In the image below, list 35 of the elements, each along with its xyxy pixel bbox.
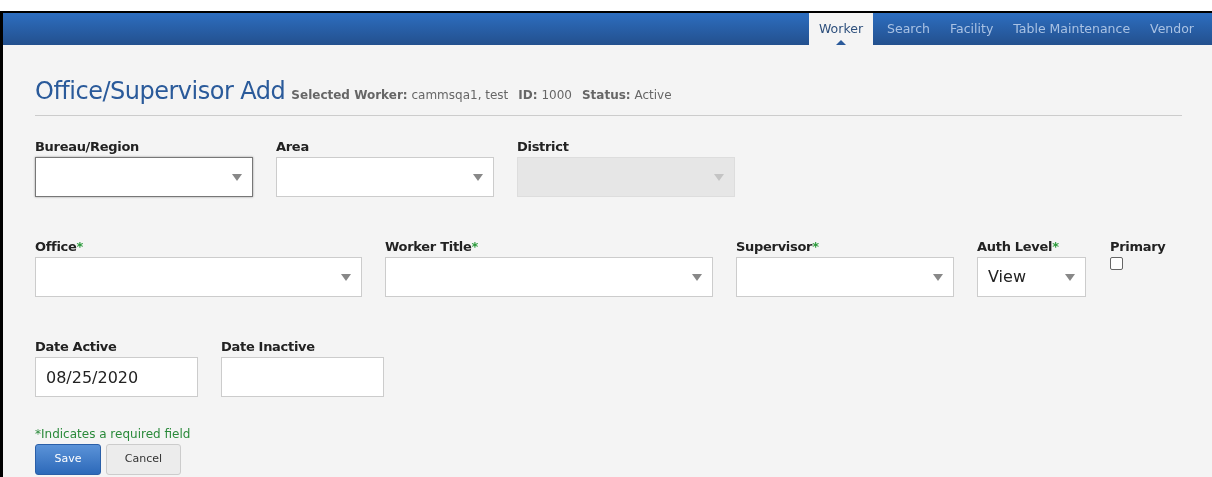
page-title: Office/Supervisor Add <box>35 76 286 107</box>
caret-icon <box>232 173 242 181</box>
nav-tab[interactable]: Facility <box>940 13 1004 45</box>
caret-icon <box>341 273 351 281</box>
field-label: District <box>517 138 570 156</box>
checkbox[interactable] <box>1110 257 1123 270</box>
field-label: Worker Title* <box>385 238 479 256</box>
worker-detail: ID: 1000 <box>518 87 572 104</box>
worker-detail: Status: Active <box>581 87 672 104</box>
pointer-icon <box>836 40 846 45</box>
field-label: Primary <box>1110 238 1166 256</box>
field-label: Auth Level* <box>977 238 1060 256</box>
field-label: Supervisor* <box>736 238 820 256</box>
field-label: Date Inactive <box>221 338 316 356</box>
date-field[interactable] <box>221 357 384 397</box>
field-label: Area <box>276 138 310 156</box>
caret-icon <box>692 273 702 281</box>
caret-icon <box>473 173 483 181</box>
date-field[interactable]: 08/25/2020 <box>35 357 198 397</box>
field-label: Office* <box>35 238 85 256</box>
field-label: Date Active <box>35 338 118 356</box>
caret-icon <box>714 173 724 181</box>
required-note: *Indicates a required field <box>35 426 192 443</box>
caret-icon <box>933 273 943 281</box>
caret-icon <box>1065 273 1075 281</box>
nav-tab[interactable]: Search <box>877 13 940 45</box>
nav-tab[interactable]: Table Maintenance <box>1003 13 1141 45</box>
field-label: Bureau/Region <box>35 138 141 156</box>
worker-detail: Selected Worker: cammsqa1, test <box>291 87 509 104</box>
dropdown[interactable] <box>35 157 253 197</box>
dropdown[interactable]: View <box>977 257 1086 297</box>
nav-tab[interactable]: Worker <box>809 13 874 45</box>
cancel-button[interactable]: Cancel <box>106 444 181 475</box>
save-button[interactable]: Save <box>35 444 101 475</box>
nav-tab[interactable]: Vendor <box>1140 13 1204 45</box>
